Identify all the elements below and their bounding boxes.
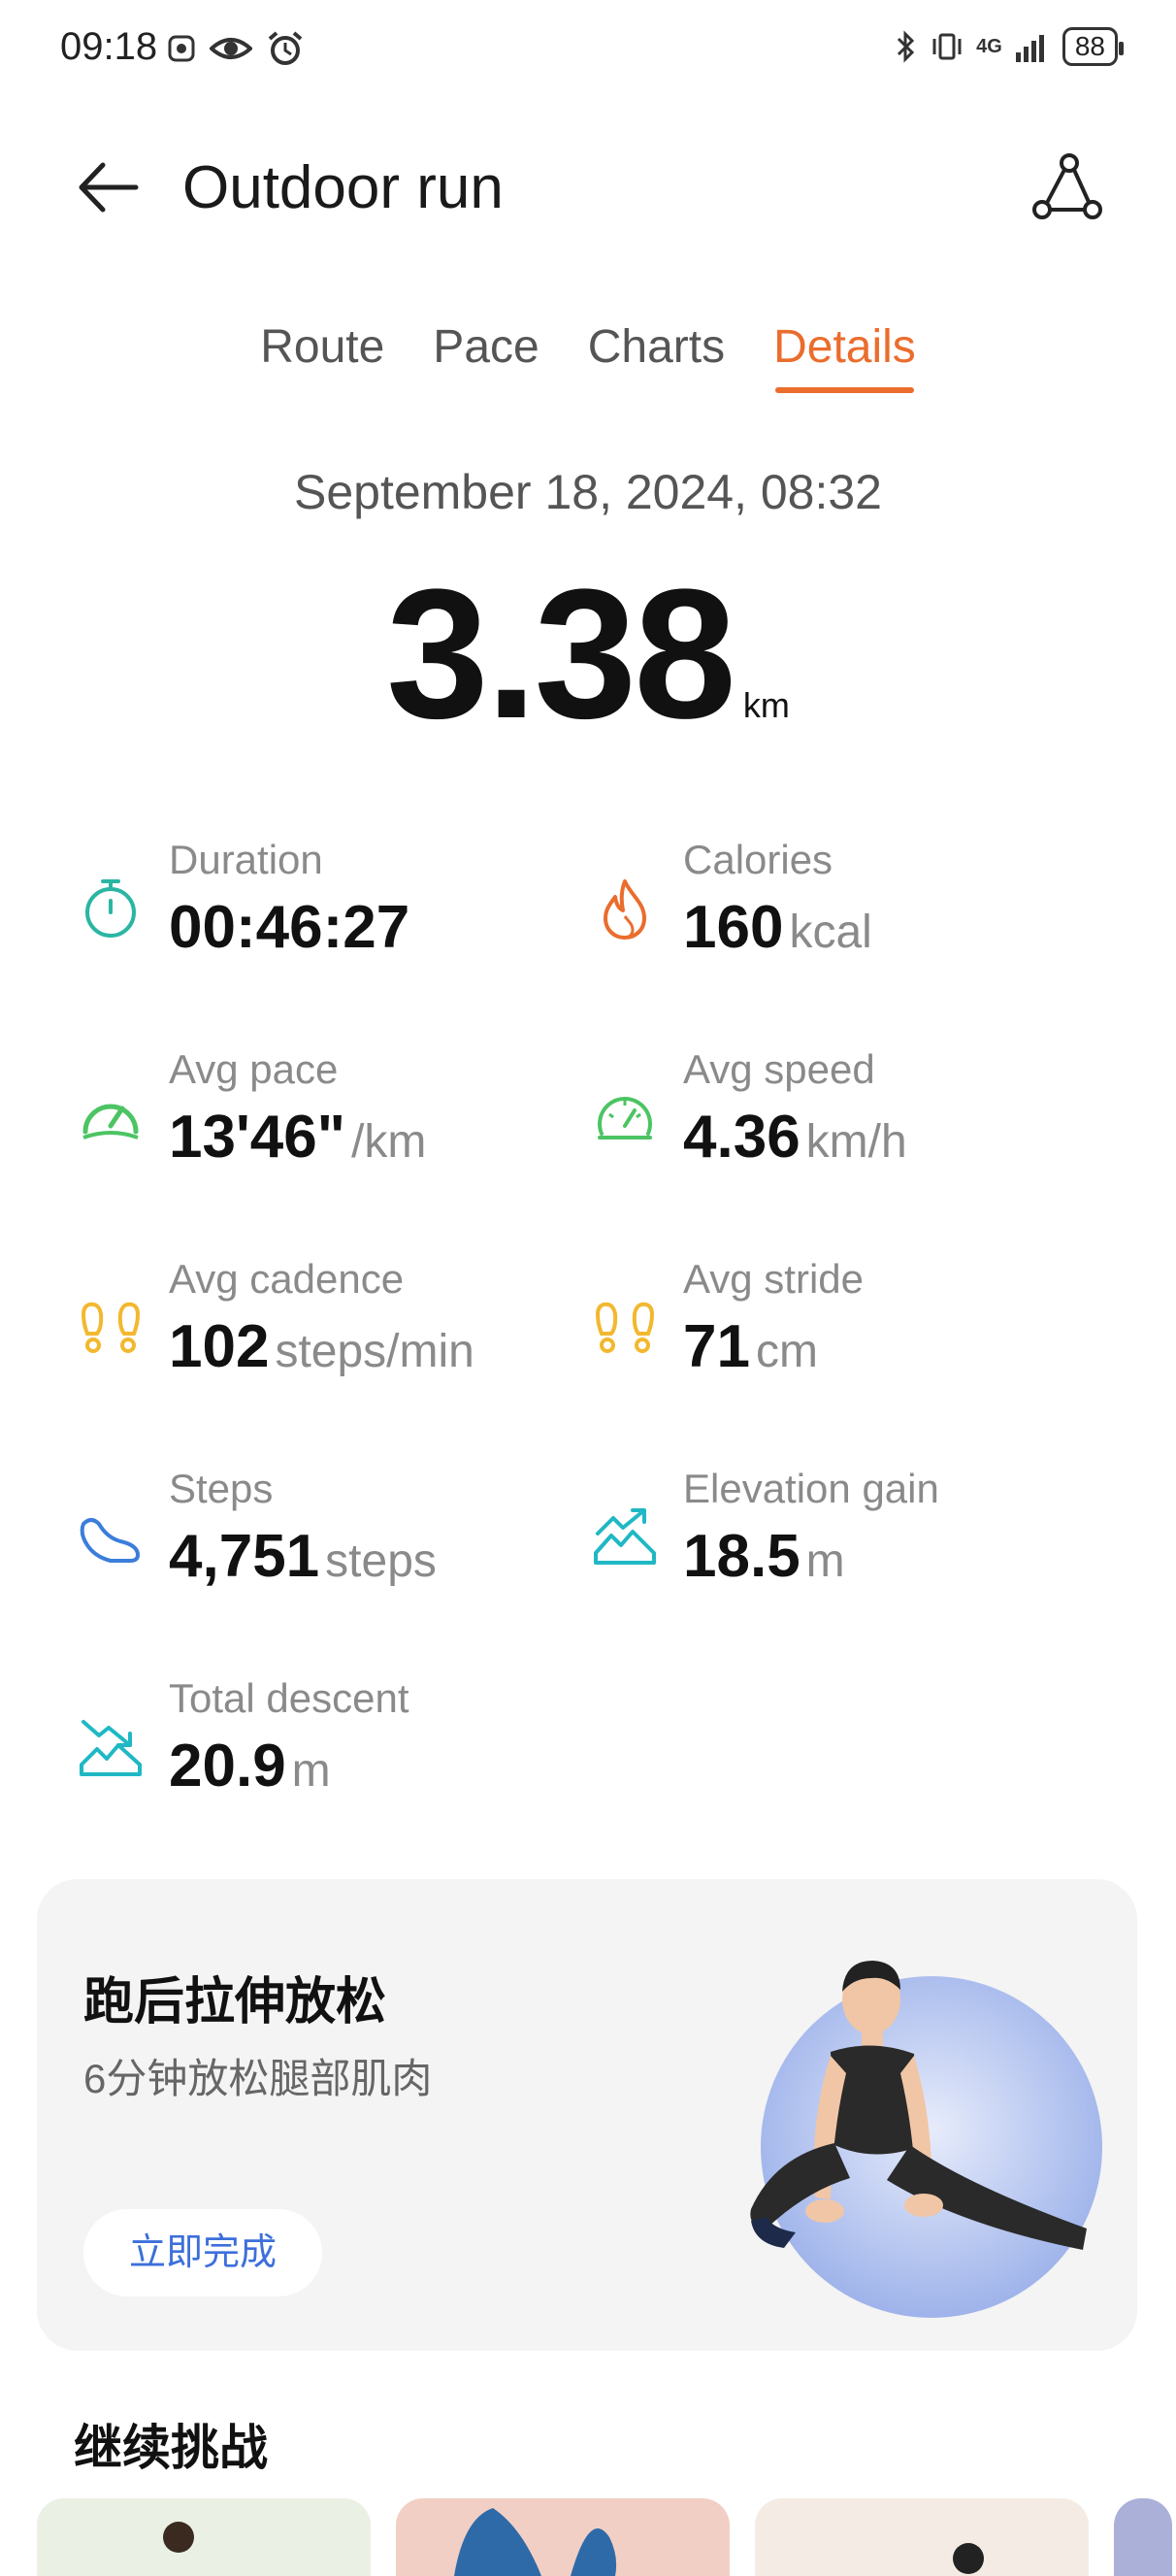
elevation-up-icon <box>594 1508 656 1565</box>
status-bar: 09:18 4G 88 <box>0 0 1176 97</box>
metric-value: 71 <box>683 1313 750 1380</box>
distance-unit: km <box>742 685 790 725</box>
distance-value: 3.38 <box>386 551 736 757</box>
metric-duration: Duration 00:46:27 <box>76 837 580 982</box>
metric-elevation-gain: Elevation gain 18.5 m <box>590 1466 1094 1611</box>
battery-indicator: 88 <box>1062 27 1125 66</box>
tab-bar: Route Pace Charts Details <box>0 320 1176 393</box>
page-title: Outdoor run <box>182 154 504 221</box>
metric-avg-speed: Avg speed 4.36 km/h <box>590 1046 1094 1192</box>
metric-unit: cm <box>755 1326 818 1377</box>
route-share-icon[interactable] <box>1030 151 1102 223</box>
tab-charts[interactable]: Charts <box>588 320 725 387</box>
metric-value: 18.5 <box>683 1523 800 1590</box>
status-time: 09:18 <box>60 25 158 68</box>
metric-label: Avg stride <box>683 1256 864 1302</box>
metric-unit: /km <box>351 1116 427 1168</box>
metric-label: Avg pace <box>169 1046 339 1092</box>
network-type-label: 4G <box>976 35 1002 57</box>
challenge-thumbnail[interactable] <box>396 2498 730 2576</box>
metric-value: 00:46:27 <box>169 894 410 961</box>
metric-label: Steps <box>169 1466 274 1511</box>
person-thumbnail-image <box>163 2522 194 2553</box>
metric-avg-stride: Avg stride 71 cm <box>590 1256 1094 1402</box>
card-title: 跑后拉伸放松 <box>83 1974 387 2031</box>
metric-value: 4.36 <box>683 1104 800 1171</box>
alarm-icon <box>268 31 303 65</box>
metric-steps: Steps 4,751 steps <box>76 1466 580 1611</box>
bluetooth-icon <box>898 30 915 63</box>
speedometer-icon <box>82 1104 139 1139</box>
vibrate-icon <box>932 33 962 60</box>
workout-date: September 18, 2024, 08:32 <box>293 465 882 519</box>
metric-unit: steps <box>325 1536 437 1587</box>
shoe-icon <box>80 1518 140 1563</box>
card-subtitle: 6分钟放松腿部肌肉 <box>83 2056 433 2101</box>
workout-distance: 3.38 km <box>0 548 1176 760</box>
signal-icon <box>1015 35 1044 62</box>
stretching-person-illustration <box>750 1961 1102 2318</box>
challenge-carousel <box>37 2498 1172 2576</box>
metric-value: 160 <box>683 894 784 961</box>
status-right-icons: 4G 88 <box>895 27 1125 66</box>
footprints-icon <box>81 1302 141 1353</box>
metric-label: Avg speed <box>683 1046 875 1092</box>
metric-avg-pace: Avg pace 13'46"/km <box>76 1046 580 1192</box>
challenge-thumbnail[interactable] <box>37 2498 371 2576</box>
metric-unit: m <box>291 1745 331 1797</box>
stopwatch-icon <box>85 879 136 938</box>
challenge-thumbnail[interactable] <box>1114 2498 1172 2576</box>
stretch-recommendation-card[interactable]: 跑后拉伸放松 6分钟放松腿部肌肉 立即完成 <box>37 1879 1137 2351</box>
metric-avg-cadence: Avg cadence 102 steps/min <box>76 1256 580 1402</box>
metric-value: 20.9 <box>169 1733 286 1800</box>
tab-route[interactable]: Route <box>260 320 384 387</box>
metric-unit: m <box>805 1536 845 1587</box>
metric-label: Avg cadence <box>169 1256 405 1302</box>
flame-icon <box>604 879 646 940</box>
metric-value: 13'46" <box>169 1104 346 1171</box>
metric-unit: km/h <box>805 1116 907 1168</box>
metric-label: Calories <box>683 837 833 882</box>
metric-unit: steps/min <box>275 1326 474 1377</box>
complete-now-button[interactable]: 立即完成 <box>83 2209 322 2296</box>
elevation-down-icon <box>80 1720 142 1776</box>
metric-total-descent: Total descent 20.9 m <box>76 1675 580 1821</box>
app-notification-icon <box>168 35 195 62</box>
eye-icon <box>210 38 252 59</box>
app-header: Outdoor run <box>0 126 1176 252</box>
metric-calories: Calories 160 kcal <box>590 837 1094 982</box>
metric-label: Total descent <box>169 1675 409 1721</box>
status-left-icons <box>167 29 305 68</box>
tab-details[interactable]: Details <box>773 320 916 393</box>
metric-value: 4,751 <box>169 1523 320 1590</box>
tab-pace[interactable]: Pace <box>433 320 539 387</box>
footprints-icon <box>595 1302 655 1353</box>
person-thumbnail-image <box>454 2508 617 2576</box>
back-arrow-icon[interactable] <box>74 153 142 221</box>
metric-label: Duration <box>169 837 323 882</box>
metric-unit: kcal <box>789 907 872 958</box>
metric-value: 102 <box>169 1313 270 1380</box>
metric-label: Elevation gain <box>683 1466 939 1511</box>
continue-challenge-heading: 继续挑战 <box>74 2421 268 2475</box>
challenge-thumbnail[interactable] <box>755 2498 1089 2576</box>
gauge-icon <box>598 1097 652 1139</box>
person-thumbnail-image <box>953 2543 984 2574</box>
